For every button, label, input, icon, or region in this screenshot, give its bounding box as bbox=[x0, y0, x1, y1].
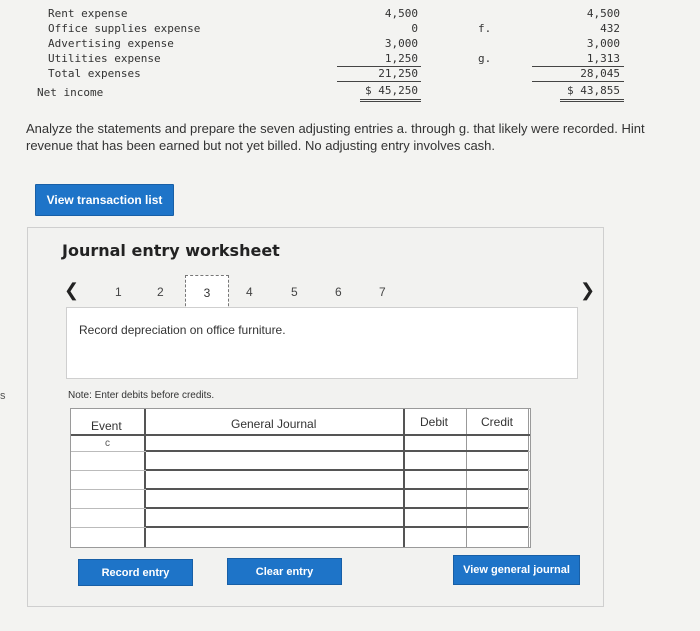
statement-value: 1,250 bbox=[384, 52, 418, 65]
column-header-credit: Credit bbox=[481, 415, 514, 429]
record-entry-button[interactable]: Record entry bbox=[78, 559, 193, 586]
clear-entry-button[interactable]: Clear entry bbox=[227, 558, 342, 585]
statement-line-label: Utilities expense bbox=[48, 52, 161, 65]
statement-line-label: Net income bbox=[37, 86, 104, 99]
statement-value: $ 45,250 bbox=[365, 84, 418, 97]
chevron-right-icon[interactable]: ❯ bbox=[580, 280, 595, 301]
entry-description-box: Record depreciation on office furniture. bbox=[66, 307, 578, 379]
adjustment-marker: g. bbox=[478, 52, 492, 65]
statement-value: 28,045 bbox=[580, 67, 620, 80]
event-cell: c bbox=[105, 438, 110, 449]
statement-line-label: Total expenses bbox=[48, 67, 141, 80]
pager-item[interactable]: 1 bbox=[115, 285, 122, 299]
statement-value: 432 bbox=[600, 22, 620, 35]
statement-value: 0 bbox=[411, 22, 418, 35]
pager-item[interactable]: 5 bbox=[291, 285, 298, 299]
statement-value: 3,000 bbox=[384, 37, 418, 50]
left-edge-char: s bbox=[0, 390, 6, 402]
journal-entry-worksheet: Journal entry worksheet ❮ 1 2 3 4 5 6 7 … bbox=[27, 227, 604, 607]
pager-item[interactable]: 7 bbox=[379, 285, 386, 299]
column-header-debit: Debit bbox=[420, 415, 449, 429]
view-transaction-list-button[interactable]: View transaction list bbox=[35, 184, 174, 216]
instructions: Analyze the statements and prepare the s… bbox=[26, 120, 700, 154]
credit-cell[interactable] bbox=[467, 435, 528, 451]
statement-value: 1,313 bbox=[586, 52, 620, 65]
chevron-left-icon[interactable]: ❮ bbox=[64, 280, 79, 301]
statement-value: 4,500 bbox=[586, 7, 620, 20]
pager-item[interactable]: 4 bbox=[246, 285, 253, 299]
adjustment-marker: f. bbox=[478, 22, 492, 35]
instructions-line-1: Analyze the statements and prepare the s… bbox=[26, 121, 645, 136]
instructions-line-2: revenue that has been earned but not yet… bbox=[26, 138, 496, 153]
statement-value: $ 43,855 bbox=[567, 84, 620, 97]
statement-value: 3,000 bbox=[586, 37, 620, 50]
entry-description: Record depreciation on office furniture. bbox=[79, 323, 286, 337]
column-header-event: Event bbox=[91, 419, 122, 433]
pager-item[interactable]: 2 bbox=[157, 285, 164, 299]
general-journal-cell[interactable] bbox=[146, 435, 403, 451]
debit-cell[interactable] bbox=[405, 435, 466, 451]
column-header-general-journal: General Journal bbox=[231, 417, 317, 431]
statement-line-label: Office supplies expense bbox=[48, 22, 201, 35]
statement-line-label: Rent expense bbox=[48, 7, 128, 20]
view-general-journal-button[interactable]: View general journal bbox=[453, 555, 580, 585]
pager-item[interactable]: 6 bbox=[335, 285, 342, 299]
worksheet-title: Journal entry worksheet bbox=[62, 241, 280, 260]
statement-value: 4,500 bbox=[384, 7, 418, 20]
statement-value: 21,250 bbox=[378, 67, 418, 80]
entry-note: Note: Enter debits before credits. bbox=[68, 390, 215, 401]
journal-grid: Event General Journal Debit Credit c bbox=[70, 408, 531, 548]
pager-item-active[interactable]: 3 bbox=[185, 275, 229, 311]
statement-line-label: Advertising expense bbox=[48, 37, 174, 50]
